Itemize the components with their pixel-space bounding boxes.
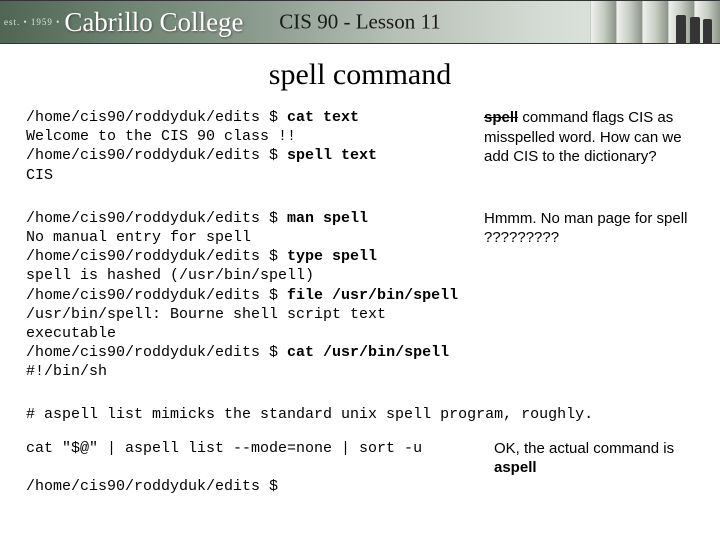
output-line: /usr/bin/spell: Bourne shell script text…	[26, 306, 395, 342]
aside-note-1: spell command flags CIS as misspelled wo…	[484, 108, 694, 167]
output-line: spell is hashed (/usr/bin/spell)	[26, 267, 314, 284]
command: man spell	[287, 210, 368, 227]
logo-text: Cabrillo College	[64, 9, 243, 36]
example-row-3: cat "$@" | aspell list --mode=none | sor…	[26, 439, 694, 497]
slide-title: spell command	[0, 58, 720, 92]
terminal-block-3: cat "$@" | aspell list --mode=none | sor…	[26, 439, 470, 497]
output-line: CIS	[26, 167, 53, 184]
terminal-block-1: /home/cis90/roddyduk/edits $ cat text We…	[26, 108, 460, 185]
prompt: /home/cis90/roddyduk/edits $	[26, 147, 287, 164]
script-line: cat "$@" | aspell list --mode=none | sor…	[26, 440, 422, 457]
header-banner: est. • 1959 • Cabrillo College CIS 90 - …	[0, 0, 720, 44]
aside-note-2: Hmmm. No man page for spell ?????????	[484, 209, 694, 248]
command: cat text	[287, 109, 359, 126]
example-row-2: /home/cis90/roddyduk/edits $ man spell N…	[26, 209, 694, 382]
output-line: No manual entry for spell	[26, 229, 251, 246]
output-line: #!/bin/sh	[26, 363, 107, 380]
script-comment: # aspell list mimicks the standard unix …	[26, 405, 694, 424]
command: type spell	[287, 248, 377, 265]
prompt: /home/cis90/roddyduk/edits $	[26, 248, 287, 265]
prompt: /home/cis90/roddyduk/edits $	[26, 287, 287, 304]
banner-title: CIS 90 - Lesson 11	[279, 10, 440, 35]
prompt: /home/cis90/roddyduk/edits $	[26, 109, 287, 126]
output-line: Welcome to the CIS 90 class !!	[26, 128, 296, 145]
aside-note-3: OK, the actual command is aspell	[494, 439, 694, 478]
command: file /usr/bin/spell	[287, 287, 458, 304]
slide-content: /home/cis90/roddyduk/edits $ cat text We…	[0, 108, 720, 496]
note-text: OK, the actual command is	[494, 440, 674, 457]
example-row-1: /home/cis90/roddyduk/edits $ cat text We…	[26, 108, 694, 185]
command: spell text	[287, 147, 377, 164]
pillar-art	[590, 1, 720, 43]
strikethrough-word: spell	[484, 109, 518, 126]
emphasized-word: aspell	[494, 459, 537, 476]
command: cat /usr/bin/spell	[287, 344, 449, 361]
college-logo: est. • 1959 • Cabrillo College	[0, 9, 244, 36]
est-text: est. • 1959 •	[4, 17, 60, 27]
prompt: /home/cis90/roddyduk/edits $	[26, 344, 287, 361]
prompt: /home/cis90/roddyduk/edits $	[26, 478, 278, 495]
terminal-block-2: /home/cis90/roddyduk/edits $ man spell N…	[26, 209, 460, 382]
prompt: /home/cis90/roddyduk/edits $	[26, 210, 287, 227]
